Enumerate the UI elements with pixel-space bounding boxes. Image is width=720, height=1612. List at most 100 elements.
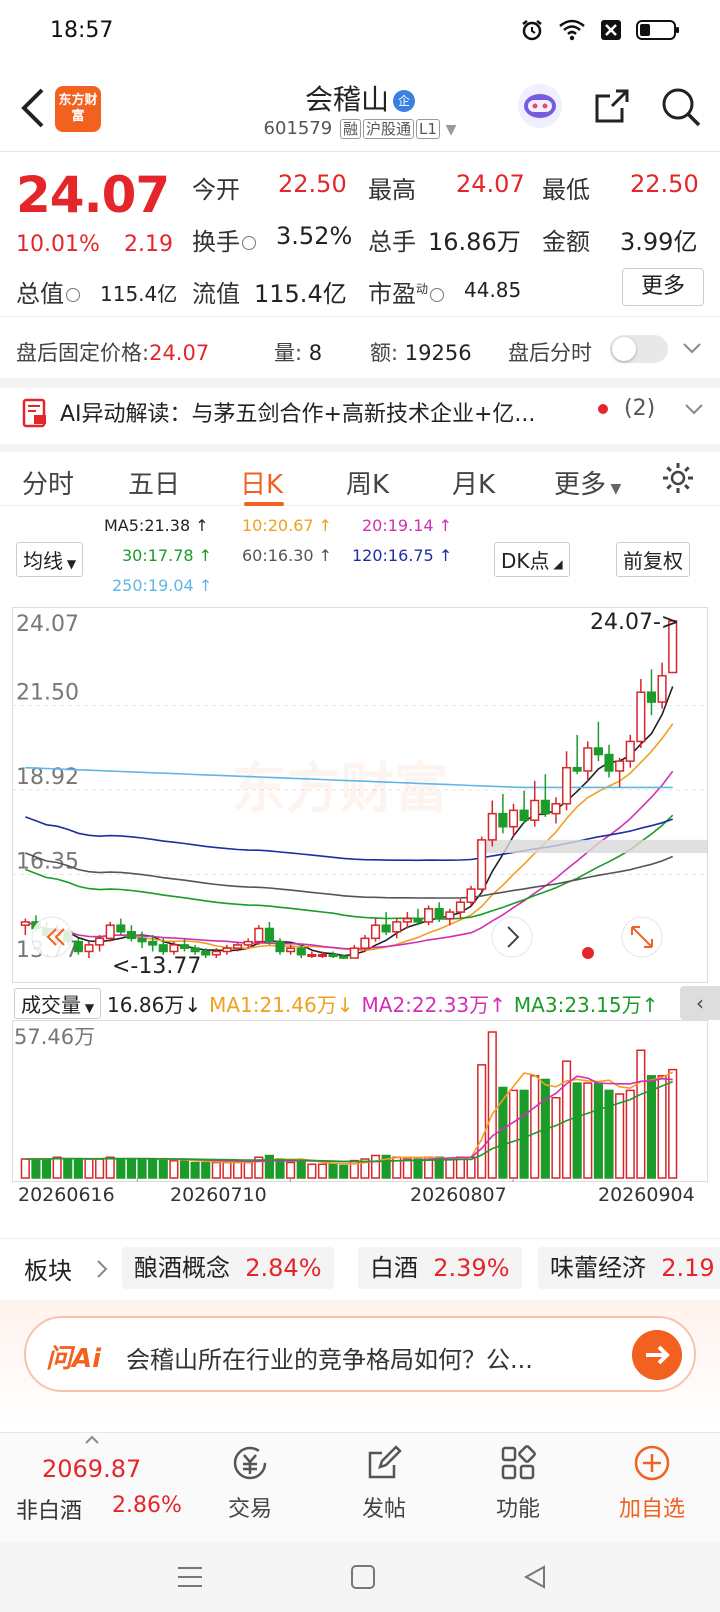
sector-chip-pct: 2.39% — [433, 1254, 510, 1282]
next-page-icon[interactable] — [491, 916, 533, 958]
date-tick: 20260807 — [410, 1184, 507, 1206]
low-label: 最低 — [542, 176, 590, 204]
ai-insight-count: (2) — [624, 396, 656, 421]
volume-bar — [158, 1158, 168, 1179]
candle — [20, 918, 30, 936]
high-value: 24.07 — [456, 170, 525, 198]
ask-ai-box[interactable]: 问Ai 会稽山所在行业的竞争格局如何？公... — [24, 1316, 696, 1392]
volume-bar — [317, 1163, 328, 1179]
sector-chip-pct: 2.19 — [661, 1254, 715, 1282]
function-button[interactable]: 功能 — [468, 1443, 568, 1523]
pe-dynamic-sup: 动 — [416, 282, 429, 296]
market-cap-label-wrap[interactable]: 总值 — [16, 274, 82, 309]
volume-bar — [551, 1096, 561, 1179]
home-square-icon[interactable] — [350, 1564, 376, 1590]
post-label: 发帖 — [361, 1497, 406, 1522]
menu-icon[interactable] — [176, 1564, 204, 1590]
volume-ma3: MA3:23.15万 — [513, 992, 642, 1017]
dk-point-selector[interactable]: DK点 ◢ — [494, 542, 570, 577]
down-arrow-icon: ↓ — [184, 992, 202, 1017]
grid-apps-icon — [501, 1445, 536, 1480]
ma-legend: MA5:21.38 ↑ 10:20.67 ↑ 20:19.14 ↑ 30:17.… — [0, 508, 720, 604]
candle — [95, 935, 105, 952]
ai-robot-icon[interactable] — [516, 82, 564, 130]
tab-monthly-k[interactable]: 月K — [452, 464, 495, 501]
volume-bar — [264, 1154, 274, 1179]
turnover-value: 3.52% — [276, 222, 353, 250]
pe-value: 44.85 — [464, 278, 522, 302]
info-icon — [66, 288, 80, 302]
arrow-right-icon[interactable] — [632, 1330, 682, 1380]
volume-bar — [455, 1156, 466, 1179]
ma120-label: 120:16.75 ↑ — [352, 546, 453, 565]
volume-bar — [63, 1158, 73, 1179]
volume-bar — [84, 1158, 94, 1179]
tab-intraday[interactable]: 分时 — [22, 464, 74, 501]
ma10-label: 10:20.67 ↑ — [242, 516, 333, 535]
candle — [604, 744, 614, 778]
pe-label-wrap[interactable]: 市盈动 — [368, 274, 446, 309]
tab-five-day[interactable]: 五日 — [128, 464, 180, 501]
candle — [636, 679, 646, 748]
margin-tag: 融 — [340, 119, 362, 139]
event-dot-icon[interactable] — [582, 947, 594, 959]
ma250-label: 250:19.04 ↑ — [112, 576, 213, 595]
amount-label: 金额 — [542, 228, 590, 256]
volume-bar — [222, 1161, 232, 1179]
candle — [370, 918, 381, 942]
volume-indicator-selector[interactable]: 成交量 ▼ — [14, 987, 102, 1019]
chevron-right-icon[interactable] — [96, 1259, 108, 1279]
tab-weekly-k[interactable]: 周K — [346, 464, 389, 501]
prev-page-icon[interactable] — [31, 916, 73, 958]
ma-selector[interactable]: 均线 ▼ — [16, 542, 84, 577]
ai-insight-banner[interactable]: AI异动解读：与茅五剑合作+高新技术企业+亿... (2) — [0, 378, 720, 440]
sector-chip-name: 酿酒概念 — [134, 1254, 230, 1282]
y-tick-label: 21.50 — [16, 681, 79, 706]
more-button[interactable]: 更多 — [622, 268, 704, 306]
after-hours-amt-label: 额: — [370, 341, 399, 365]
post-button[interactable]: 发帖 — [334, 1443, 434, 1523]
down-arrow-icon: ↓ — [336, 992, 354, 1017]
volume-bar — [339, 1164, 349, 1179]
candle — [551, 797, 561, 824]
sector-chip[interactable]: 酿酒概念 2.84% — [122, 1247, 334, 1289]
adjust-selector[interactable]: 前复权 — [616, 542, 690, 577]
chevron-down-icon[interactable] — [682, 341, 702, 355]
candlestick-chart[interactable]: 24.0721.5018.9216.3513.77东方财富24.07-><-13… — [12, 607, 708, 983]
volume-bar — [95, 1158, 105, 1179]
candle — [477, 836, 487, 893]
add-watchlist-button[interactable]: 加自选 — [602, 1443, 702, 1523]
open-value: 22.50 — [278, 170, 347, 198]
float-cap-value: 115.4亿 — [254, 280, 347, 308]
volume-ma2: MA2:22.33万 — [361, 992, 490, 1017]
ma120-line — [25, 816, 673, 862]
status-bar: 18:57 — [0, 0, 720, 64]
volume-bar — [572, 1082, 582, 1179]
after-hours-toggle[interactable] — [610, 335, 668, 363]
sector-chip[interactable]: 味蕾经济 2.19 — [538, 1247, 720, 1289]
share-icon[interactable] — [592, 86, 632, 126]
volume-bar — [328, 1163, 338, 1179]
volume-bar — [307, 1163, 317, 1179]
tab-daily-k[interactable]: 日K — [240, 464, 283, 501]
ma20-label: 20:19.14 ↑ — [362, 516, 453, 535]
back-triangle-icon[interactable] — [522, 1564, 548, 1590]
volume-bar — [657, 1075, 667, 1179]
ma30-line — [25, 814, 674, 920]
trade-button[interactable]: 交易 — [200, 1443, 300, 1523]
after-hours-vol: 8 — [308, 341, 323, 365]
unread-dot — [598, 404, 608, 414]
settings-gear-icon[interactable] — [660, 460, 696, 496]
volume-bar — [477, 1064, 487, 1179]
add-watchlist-label: 加自选 — [618, 1497, 685, 1522]
candle — [625, 734, 635, 768]
index-value[interactable]: 2069.87 — [42, 1455, 141, 1483]
turnover-label-wrap[interactable]: 换手 — [192, 222, 258, 257]
expand-chart-icon[interactable] — [621, 916, 663, 958]
volume-bar — [530, 1075, 540, 1179]
search-icon[interactable] — [660, 86, 702, 128]
volume-chart[interactable]: 57.46万 — [12, 1020, 708, 1182]
sector-chip[interactable]: 白酒 2.39% — [358, 1247, 522, 1289]
tab-more[interactable]: 更多 ▼ — [554, 464, 621, 501]
collapse-panel-icon[interactable]: ‹ — [680, 986, 720, 1020]
